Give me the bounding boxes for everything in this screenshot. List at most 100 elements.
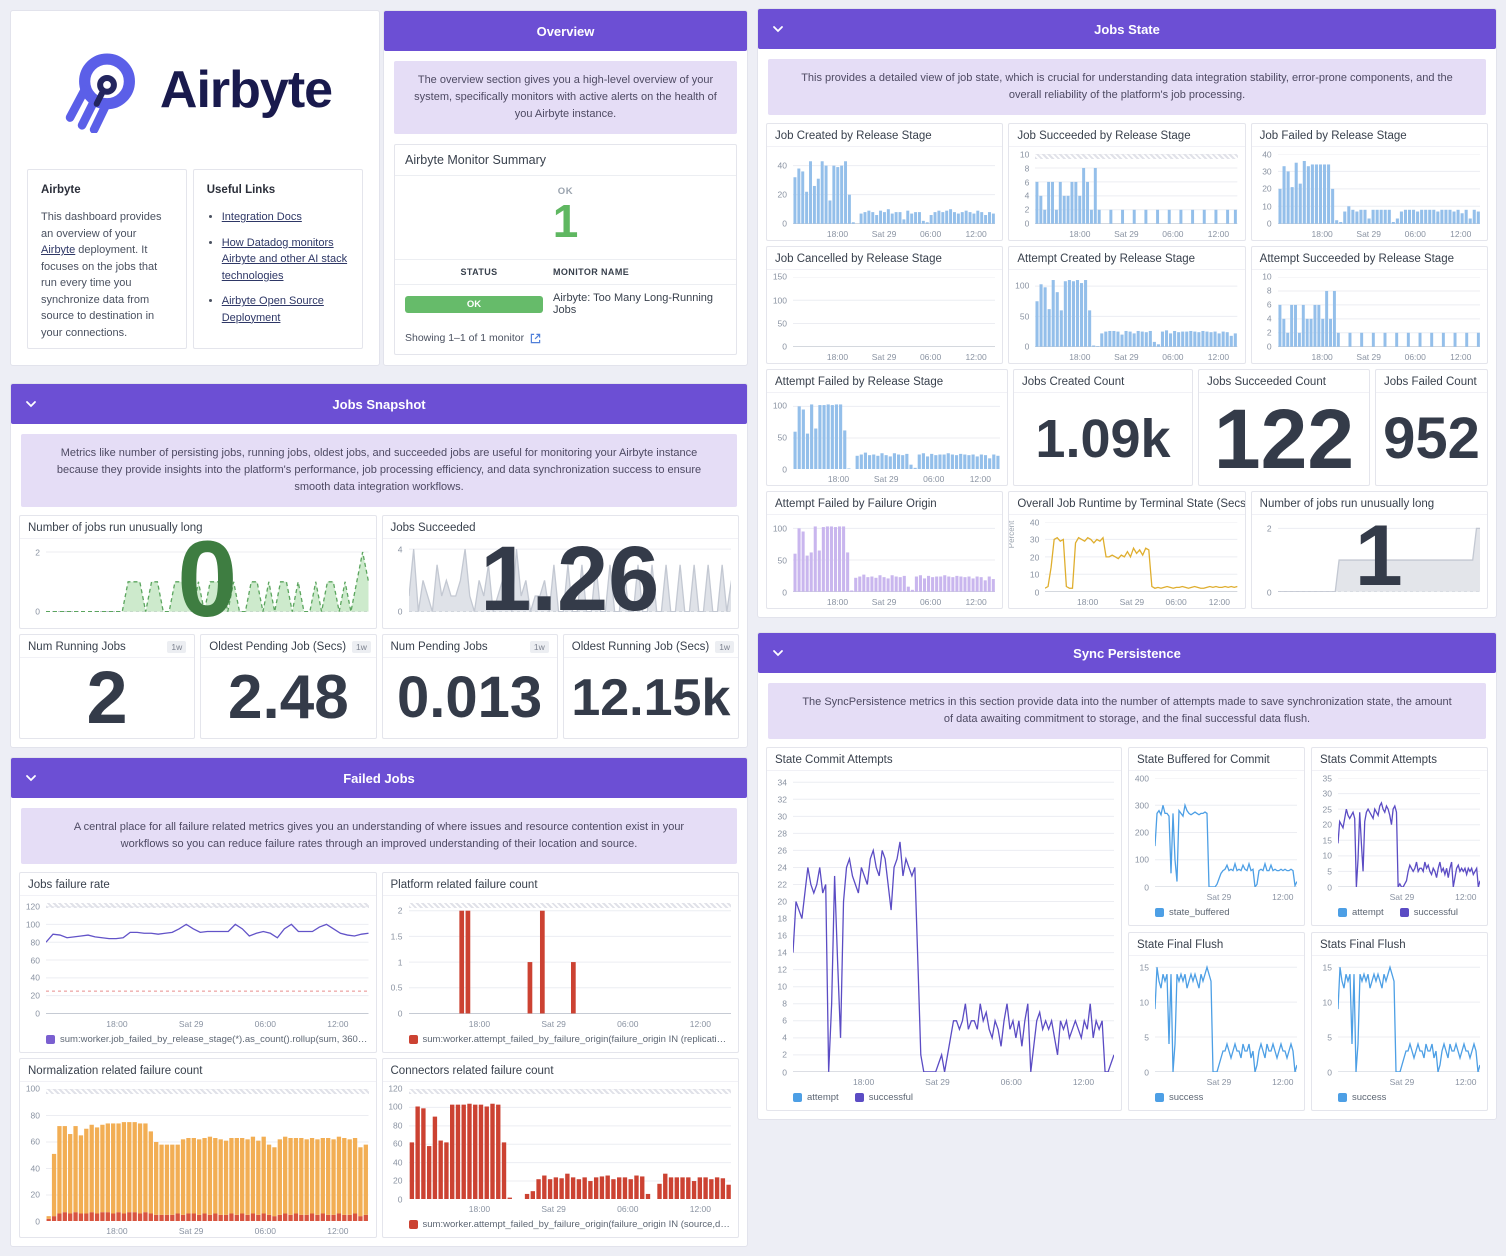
chart-job-cancelled-by-release-stage[interactable]: 0 50 100 150 18:00 Sat 29 06:00 12:00 — [767, 270, 1002, 363]
airbyte-logo-icon — [65, 53, 135, 133]
jobs-snapshot-description: Metrics like number of persisting jobs, … — [21, 434, 737, 508]
timeframe-badge: 1w — [352, 640, 371, 653]
chevron-down-icon[interactable] — [23, 396, 39, 415]
legend-swatch-icon — [854, 1093, 864, 1102]
sync-persistence-title: Sync Persistence — [1073, 645, 1181, 661]
chevron-down-icon[interactable] — [770, 21, 786, 40]
jobs-state-header: Jobs State — [758, 9, 1496, 49]
failed-jobs-description: A central place for all failure related … — [21, 808, 737, 865]
chart-stats-final-flush[interactable]: 0 5 10 15 Sat 29 12:00 success — [1312, 956, 1487, 1110]
tile-title: Num Running Jobs 1w — [20, 635, 195, 658]
oldest-running-job-value: 12.15k — [571, 668, 731, 727]
jobs-failed-count-value: 952 — [1383, 405, 1480, 471]
chart-legend: success — [1129, 1088, 1304, 1110]
monitor-name: Airbyte: Too Many Long-Running Jobs — [553, 292, 714, 317]
legend-swatch-icon — [46, 1034, 55, 1044]
chart-state-buffered-for-commit[interactable]: 0 100 200 300 400 Sat 29 12:00 state_buffered — [1129, 771, 1304, 925]
legend-swatch-icon — [408, 1034, 418, 1044]
sync-persistence-description: The SyncPersistence metrics in this sect… — [768, 683, 1486, 740]
airbyte-datadog-dashboard: Airbyte Airbyte This dashboard provides … — [0, 0, 1506, 1256]
list-item: How Datadog monitors Airbyte and other A… — [222, 235, 349, 285]
failed-jobs-title: Failed Jobs — [343, 770, 415, 786]
jobs-succeeded-count-value: 122 — [1213, 391, 1355, 486]
tile-title: Oldest Running Job (Secs) 1w — [563, 635, 738, 658]
chart-state-commit-attempts[interactable]: 0 2 4 6 8 10 12 14 16 18 20 22 24 26 28 30 32 34 18:00 Sat … — [767, 771, 1121, 1110]
chart-job-succeeded-by-release-stage[interactable]: 0 2 4 6 8 10 18:00 Sat 29 06:00 12:00 — [1009, 147, 1244, 240]
legend-swatch-icon — [1155, 908, 1164, 918]
chart-state-final-flush[interactable]: 0 5 10 15 Sat 29 12:00 success — [1129, 956, 1304, 1110]
monitor-summary-title: Airbyte Monitor Summary — [395, 145, 736, 177]
monitor-table-header: STATUS MONITOR NAME — [395, 260, 736, 286]
chart-normalization-related-failure-count[interactable]: 0 20 40 60 80 100 18:00 Sat 29 06:00 12:00 — [20, 1082, 376, 1237]
link-airbyte-open-source[interactable]: Airbyte Open Source Deployment — [222, 295, 324, 324]
chart-attempt-created-by-release-stage[interactable]: 0 50 100 18:00 Sat 29 06:00 12:00 — [1009, 270, 1244, 363]
chart-legend: sum:worker.job_failed_by_release_stage(*… — [20, 1030, 376, 1052]
overview-section: Overview The overview section gives you … — [383, 10, 748, 366]
chart-attempt-failed-by-release-stage[interactable]: 0 50 100 18:00 Sat 29 06:00 12:00 — [767, 393, 1007, 486]
useful-links-card: Useful Links Integration Docs How Datado… — [192, 169, 363, 349]
jobs-state-section: Jobs State This provides a detailed view… — [757, 8, 1497, 618]
chart-legend: attempt successful — [767, 1088, 1121, 1110]
chart-legend: sum:worker.attempt_failed_by_failure_ori… — [383, 1215, 739, 1237]
chart-title: State Commit Attempts — [767, 748, 1121, 772]
chart-jobs-failure-rate[interactable]: 0 20 40 60 80 100 120 18:00 Sat 29 06:00 12:00 sum:… — [20, 896, 376, 1051]
num-pending-jobs-value: 0.013 — [397, 664, 543, 730]
chart-title: State Final Flush — [1129, 933, 1304, 957]
chart-title: Jobs Succeeded — [382, 516, 738, 540]
chart-attempt-failed-by-failure-origin[interactable]: 0 50 100 18:00 Sat 29 06:00 12:00 — [767, 515, 1002, 608]
chevron-down-icon[interactable] — [770, 645, 786, 664]
chart-attempt-succeeded-by-release-stage[interactable]: 0 2 4 6 8 10 18:00 Sat 29 06:00 12:00 — [1252, 270, 1487, 363]
chart-jobs-run-unusually-long[interactable]: 021 — [1252, 514, 1487, 608]
oldest-pending-job-value: 2.48 — [228, 662, 349, 732]
chart-jobs-succeeded-snapshot[interactable]: 0 4 1.26 — [383, 533, 739, 628]
chart-title: Attempt Failed by Failure Origin — [767, 492, 1003, 516]
monitor-row[interactable]: OK Airbyte: Too Many Long-Running Jobs — [395, 285, 736, 323]
tile-title: Jobs Failed Count — [1376, 370, 1487, 393]
jobs-snapshot-title: Jobs Snapshot — [332, 396, 426, 412]
status-badge: OK — [405, 295, 543, 313]
chart-legend: success — [1312, 1088, 1487, 1110]
link-integration-docs[interactable]: Integration Docs — [222, 211, 302, 223]
external-link-icon[interactable] — [530, 333, 541, 344]
useful-links-list: Integration Docs How Datadog monitors Ai… — [207, 209, 349, 326]
monitor-summary-widget: Airbyte Monitor Summary OK 1 STATUS MONI… — [394, 144, 737, 355]
list-item: Integration Docs — [222, 209, 349, 226]
chart-job-created-by-release-stage[interactable]: 0 20 40 18:00 Sat 29 06:00 12:00 — [767, 147, 1002, 240]
chart-platform-related-failure-count[interactable]: 0 0.5 1 1.5 2 18:00 Sat 29 06:00 12:00 sum:worker… — [383, 896, 739, 1051]
chart-title: Overall Job Runtime by Terminal State (S… — [1009, 492, 1245, 516]
sync-persistence-section: Sync Persistence The SyncPersistence met… — [757, 632, 1497, 1120]
jobs-snapshot-section: Jobs Snapshot Metrics like number of per… — [10, 383, 748, 748]
column-monitor-name: MONITOR NAME — [553, 267, 630, 278]
chart-title: Job Created by Release Stage — [767, 124, 1003, 148]
airbyte-inline-link[interactable]: Airbyte — [41, 244, 75, 256]
failed-jobs-section: Failed Jobs A central place for all fail… — [10, 757, 748, 1247]
useful-links-title: Useful Links — [206, 184, 276, 196]
jobs-created-count-value: 1.09k — [1035, 408, 1171, 469]
chart-legend: attempt successful — [1312, 903, 1487, 925]
legend-swatch-icon — [793, 1093, 802, 1102]
list-item: Airbyte Open Source Deployment — [222, 293, 349, 326]
chevron-down-icon[interactable] — [23, 770, 39, 789]
tile-title: Jobs Succeeded Count — [1199, 370, 1369, 393]
chart-stats-commit-attempts[interactable]: 0 5 10 15 20 25 30 35 Sat 29 12:00 attempt successf… — [1312, 771, 1487, 925]
legend-swatch-icon — [1338, 1093, 1347, 1102]
chart-title: Number of jobs run unusually long — [1251, 492, 1487, 516]
link-datadog-monitors-airbyte[interactable]: How Datadog monitors Airbyte and other A… — [222, 237, 347, 282]
jobs-state-description: This provides a detailed view of job sta… — [768, 59, 1486, 116]
chart-job-failed-by-release-stage[interactable]: 0 10 20 30 40 18:00 Sat 29 06:00 12:00 — [1252, 147, 1487, 240]
chart-jobs-run-unusually-long-snapshot[interactable]: 020 — [20, 525, 376, 628]
about-body: This dashboard provides an overview of y… — [41, 211, 162, 339]
logo-wordmark: Airbyte — [159, 61, 333, 119]
ok-monitor-count: 1 — [552, 195, 579, 248]
chart-title: Attempt Created by Release Stage — [1009, 247, 1245, 270]
failed-jobs-header: Failed Jobs — [11, 758, 747, 798]
chart-connectors-related-failure-count[interactable]: 0 20 40 60 80 100 120 18:00 Sat 29 06:00 12:00 sum:… — [383, 1082, 739, 1237]
chart-title: Job Cancelled by Release Stage — [767, 247, 1003, 270]
chart-overall-job-runtime[interactable]: Percent 0 10 20 30 40 18:00 Sat 29 06:00 12:00 — [1009, 515, 1244, 608]
monitor-summary-count: OK 1 — [395, 176, 736, 261]
sync-persistence-header: Sync Persistence — [758, 633, 1496, 673]
airbyte-logo: Airbyte — [11, 11, 379, 169]
legend-swatch-icon — [1399, 908, 1409, 918]
chart-title: Attempt Failed by Release Stage — [767, 370, 1007, 393]
about-title: Airbyte — [41, 184, 81, 196]
